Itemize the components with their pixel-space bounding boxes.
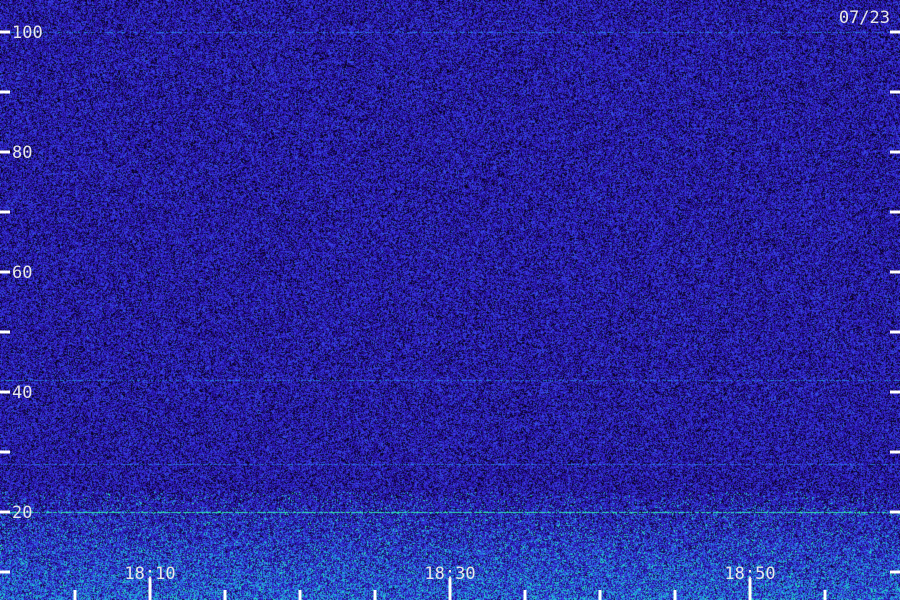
x-tick-label: 18:50: [724, 564, 775, 584]
date-label: 07/23: [839, 8, 890, 28]
y-tick-label: 20: [12, 503, 32, 523]
x-axis-ticks: 18:10 18:30 18:50: [73, 564, 827, 600]
y-tick-label: 40: [12, 383, 32, 403]
y-axis-ticks: 20 40 60 80 100: [0, 23, 900, 574]
y-tick-label: 80: [12, 143, 32, 163]
axis-overlay: 20 40 60 80 100 18:10 18:30 18:50 07/23: [0, 8, 900, 600]
x-tick-label: 18:30: [424, 564, 475, 584]
y-tick-label: 100: [12, 23, 43, 43]
y-tick-label: 60: [12, 263, 32, 283]
spectrogram-chart: 20 40 60 80 100 18:10 18:30 18:50 07/23: [0, 0, 900, 600]
x-tick-label: 18:10: [124, 564, 175, 584]
